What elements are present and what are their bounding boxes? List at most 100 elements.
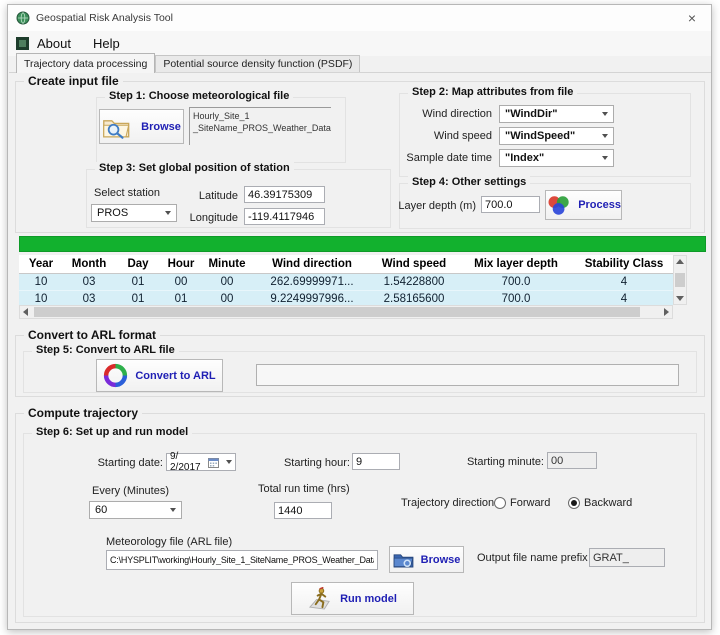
chevron-down-icon [602, 156, 608, 160]
longitude-label: Longitude [138, 212, 238, 224]
scroll-right-icon[interactable] [664, 308, 669, 316]
tab-trajectory-data-processing[interactable]: Trajectory data processing [16, 53, 155, 73]
rgb-circles-icon [546, 194, 571, 217]
met-file-field[interactable] [106, 550, 378, 570]
file-name-line2: _SiteName_PROS_Weather_Data.csv [193, 122, 331, 134]
menu-help[interactable]: Help [89, 34, 124, 53]
process-button[interactable]: Process [545, 190, 622, 220]
about-menu-icon [16, 37, 29, 50]
process-progress-bar [19, 236, 706, 252]
starting-minute-label: Starting minute: [444, 456, 544, 468]
table-horizontal-scrollbar[interactable] [19, 305, 673, 319]
folder-search-icon [102, 114, 134, 140]
cell: 1.54228800 [371, 274, 457, 291]
scroll-left-icon[interactable] [23, 308, 28, 316]
browse-label: Browse [141, 121, 181, 133]
col-stability-class: Stability Class [575, 255, 673, 274]
wind-direction-label: Wind direction [392, 108, 492, 120]
file-name-line1: Hourly_Site_1 [193, 110, 331, 122]
hscroll-thumb[interactable] [34, 307, 640, 317]
cell: 03 [63, 274, 115, 291]
starting-date-label: Starting date: [63, 457, 163, 469]
calendar-icon [208, 457, 219, 468]
forward-radio-label[interactable]: Forward [510, 497, 550, 509]
chevron-down-icon [602, 134, 608, 138]
sample-date-time-value: "Index" [505, 152, 598, 164]
chevron-down-icon [602, 112, 608, 116]
output-prefix-field[interactable] [589, 548, 665, 567]
run-model-label: Run model [340, 593, 397, 605]
runner-icon [308, 587, 333, 610]
app-icon [16, 11, 30, 25]
col-mix-layer-depth: Mix layer depth [457, 255, 575, 274]
total-run-time-field[interactable] [274, 502, 332, 519]
starting-minute-field[interactable] [547, 452, 597, 469]
step4-title: Step 4: Other settings [408, 176, 530, 188]
cell: 01 [115, 274, 161, 291]
wind-speed-value: "WindSpeed" [505, 130, 598, 142]
layer-depth-label: Layer depth (m) [376, 200, 476, 212]
scroll-down-icon[interactable] [676, 296, 684, 301]
run-model-button[interactable]: Run model [291, 582, 414, 615]
table-header-row: Year Month Day Hour Minute Wind directio… [19, 255, 673, 274]
browse-met-file-button[interactable]: Browse [99, 109, 184, 144]
col-day: Day [115, 255, 161, 274]
window-title: Geospatial Risk Analysis Tool [36, 12, 173, 24]
cell: 700.0 [457, 274, 575, 291]
wind-direction-value: "WindDir" [505, 108, 598, 120]
forward-radio[interactable] [494, 497, 506, 509]
step5-title: Step 5: Convert to ARL file [32, 344, 179, 356]
latitude-label: Latitude [138, 190, 238, 202]
wind-direction-select[interactable]: "WindDir" [499, 105, 614, 123]
cell: 00 [161, 274, 201, 291]
cell: 262.69999971... [253, 274, 371, 291]
col-hour: Hour [161, 255, 201, 274]
blue-folder-search-icon [393, 552, 414, 568]
col-wind-speed: Wind speed [371, 255, 457, 274]
trajectory-direction-label: Trajectory direction [401, 497, 494, 509]
wind-speed-label: Wind speed [392, 130, 492, 142]
convert-title: Convert to ARL format [24, 328, 160, 342]
met-file-label: Meteorology file (ARL file) [106, 536, 232, 548]
title-bar: Geospatial Risk Analysis Tool × [8, 5, 711, 31]
starting-hour-label: Starting hour: [250, 457, 350, 469]
convert-label: Convert to ARL [135, 370, 215, 382]
convert-progress-bar [256, 364, 679, 386]
col-minute: Minute [201, 255, 253, 274]
convert-to-arl-button[interactable]: Convert to ARL [96, 359, 223, 392]
cell: 10 [19, 274, 63, 291]
every-minutes-select[interactable]: 60 [89, 501, 182, 519]
wind-speed-select[interactable]: "WindSpeed" [499, 127, 614, 145]
table-row[interactable]: 10 03 01 00 00 262.69999971... 1.5422880… [19, 274, 673, 291]
color-wheel-icon [103, 363, 128, 388]
output-prefix-label: Output file name prefix [477, 552, 588, 564]
backward-radio[interactable] [568, 497, 580, 509]
weather-data-table: Year Month Day Hour Minute Wind directio… [19, 255, 673, 308]
tab-psdf[interactable]: Potential source density function (PSDF) [155, 55, 360, 73]
every-minutes-label: Every (Minutes) [92, 485, 169, 497]
vscroll-thumb[interactable] [675, 273, 685, 287]
table-vertical-scrollbar[interactable] [673, 255, 687, 305]
backward-radio-label[interactable]: Backward [584, 497, 632, 509]
starting-hour-field[interactable] [352, 453, 400, 470]
close-icon[interactable]: × [673, 5, 711, 31]
col-year: Year [19, 255, 63, 274]
layer-depth-field[interactable] [481, 196, 540, 213]
menu-about[interactable]: About [33, 34, 75, 53]
starting-date-value: 9/ 2/2017 [170, 451, 205, 473]
starting-date-picker[interactable]: 9/ 2/2017 [166, 453, 236, 471]
col-month: Month [63, 255, 115, 274]
scroll-up-icon[interactable] [676, 259, 684, 264]
step6-title: Step 6: Set up and run model [32, 426, 192, 438]
longitude-field[interactable] [244, 208, 325, 225]
browse-arl-file-button[interactable]: Browse [389, 546, 464, 573]
chevron-down-icon [170, 508, 176, 512]
every-minutes-value: 60 [95, 504, 166, 516]
sample-date-time-select[interactable]: "Index" [499, 149, 614, 167]
latitude-field[interactable] [244, 186, 325, 203]
sample-date-time-label: Sample date time [392, 152, 492, 164]
cell: 4 [575, 274, 673, 291]
process-label: Process [578, 199, 621, 211]
tab-strip: Trajectory data processing Potential sou… [16, 55, 360, 73]
app-window: Geospatial Risk Analysis Tool × About He… [7, 4, 712, 630]
